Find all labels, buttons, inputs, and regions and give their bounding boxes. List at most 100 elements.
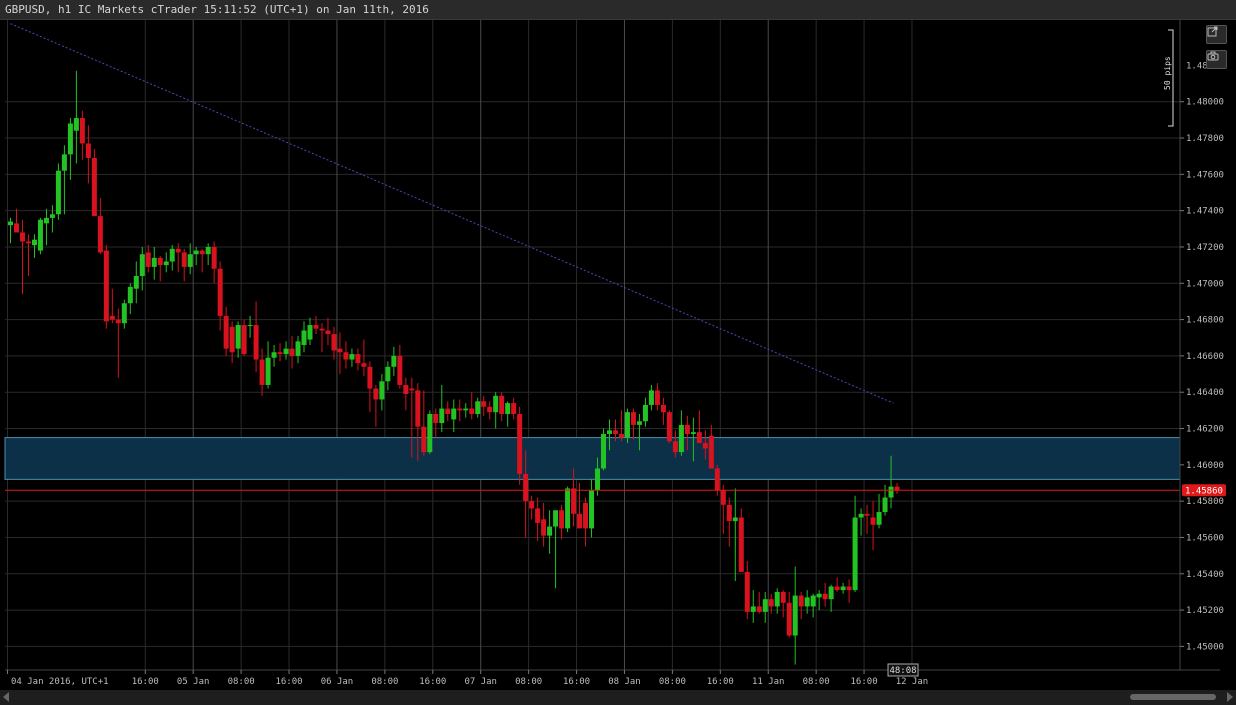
candle-down (666, 412, 672, 442)
x-tick-label: 11 Jan (752, 677, 785, 687)
window-title: GBPUSD, h1 IC Markets cTrader 15:11:52 (… (5, 3, 429, 16)
scroll-left-icon[interactable] (3, 692, 9, 702)
candle-up (732, 517, 738, 522)
candle-up (774, 591, 780, 607)
candle-up (565, 488, 571, 529)
candle-down (864, 513, 870, 516)
candle-up (139, 254, 145, 277)
candle-up (762, 599, 768, 612)
countdown-label: 48:08 (889, 666, 916, 676)
y-tick-label: 1.46000 (1186, 461, 1224, 471)
resistance-zone (4, 437, 1181, 480)
candle-up (888, 486, 894, 498)
candle-up (379, 381, 385, 400)
candle-up (595, 468, 601, 491)
y-tick-label: 1.45400 (1186, 570, 1224, 580)
trendline (10, 23, 894, 404)
candle-up (750, 606, 756, 612)
candle-down (720, 490, 726, 505)
candle-down (630, 412, 636, 425)
x-tick-label: 16:00 (563, 677, 590, 687)
horizontal-scrollbar[interactable] (0, 690, 1236, 705)
candle-up (553, 510, 559, 527)
candle-up (882, 497, 888, 513)
x-tick-label: 04 Jan 2016, UTC+1 (11, 677, 109, 687)
candle-up (493, 395, 499, 413)
candle-down (337, 348, 343, 353)
candle-up (642, 404, 648, 422)
candle-down (433, 413, 439, 424)
candle-up (121, 303, 127, 324)
candle-down (834, 586, 840, 591)
candle-down (696, 432, 702, 444)
x-tick-label: 16:00 (851, 677, 878, 687)
candle-up (55, 170, 61, 215)
candle-up (547, 526, 553, 536)
scrollbar-thumb[interactable] (1130, 694, 1216, 700)
candle-up (133, 276, 139, 289)
candle-down (253, 325, 259, 360)
candle-down (313, 325, 319, 329)
chart-plot-area[interactable]: 1.48000 1.47800 1.47600 1.47400 1.47200 1.470… (0, 20, 1236, 690)
candle-up (271, 352, 277, 358)
candle-down (499, 395, 505, 414)
candle-down (277, 352, 283, 355)
candle-down (612, 430, 618, 434)
y-tick-label: 1.46800 (1186, 316, 1224, 326)
candle-down (487, 406, 493, 413)
candle-up (690, 432, 696, 434)
candle-down (511, 403, 517, 414)
candle-up (792, 595, 798, 636)
candle-down (79, 118, 85, 144)
popout-icon[interactable] (1206, 25, 1227, 44)
candle-down (523, 473, 529, 502)
candle-down (397, 355, 403, 385)
candle-down (421, 426, 427, 453)
scroll-right-icon[interactable] (1227, 692, 1233, 702)
candle-down (103, 250, 109, 322)
candle-down (445, 408, 451, 414)
candle-up (8, 221, 13, 226)
candle-up (427, 413, 433, 453)
candle-down (19, 232, 25, 242)
candle-up (37, 219, 43, 251)
candle-down (672, 441, 678, 453)
candle-down (786, 602, 792, 636)
x-tick-label: 12 Jan (896, 677, 929, 687)
y-tick-label: 1.48000 (1186, 98, 1224, 108)
candle-down (217, 268, 223, 316)
candle-down (91, 157, 97, 217)
candle-up (187, 254, 193, 267)
candle-down (738, 517, 744, 572)
candle-up (391, 355, 397, 367)
candle-down (541, 519, 547, 536)
candle-down (85, 143, 91, 158)
pip-ruler-label: 50 pips (1163, 56, 1172, 90)
candle-up (828, 586, 834, 600)
candle-down (415, 390, 421, 427)
candle-up (295, 341, 301, 356)
x-tick-label: 08:00 (228, 677, 255, 687)
candle-down (373, 388, 379, 400)
candle-down (481, 401, 487, 407)
candle-up (876, 512, 882, 525)
candlestick-chart[interactable]: 1.48000 1.47800 1.47600 1.47400 1.47200 1.470… (0, 20, 1236, 690)
candle-up (235, 325, 241, 349)
candle-down (331, 334, 337, 351)
candle-down (145, 252, 151, 267)
candle-down (870, 517, 876, 525)
x-tick-label: 16:00 (419, 677, 446, 687)
candle-down (798, 595, 804, 607)
candle-down (223, 315, 229, 349)
camera-icon[interactable] (1206, 50, 1227, 69)
candle-down (654, 390, 660, 405)
candle-up (451, 408, 457, 420)
candle-down (409, 388, 415, 391)
candle-down (517, 413, 523, 474)
candle-down (367, 366, 373, 389)
candle-down (289, 348, 295, 356)
candle-up (193, 250, 199, 255)
x-tick-label: 05 Jan (177, 677, 210, 687)
candle-down (457, 408, 463, 411)
candle-down (702, 443, 708, 449)
